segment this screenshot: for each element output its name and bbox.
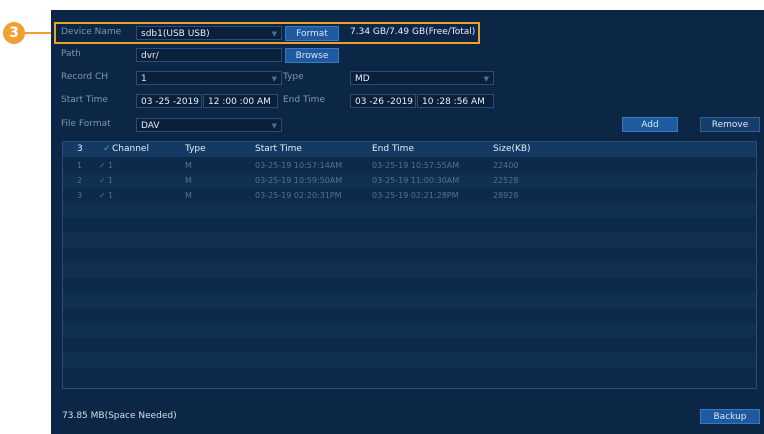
end-time-value: 10 :28 :56 AM — [422, 97, 485, 107]
row-end-time: 03-25-19 02:21:28PM — [372, 191, 459, 200]
check-icon[interactable]: ✓ — [99, 158, 106, 173]
start-time-field[interactable]: 12 :00 :00 AM — [203, 94, 278, 108]
row-type: M — [185, 176, 192, 185]
end-time-label: End Time — [283, 95, 325, 105]
end-date-value: 03 -26 -2019 — [355, 97, 414, 107]
table-row-empty — [63, 263, 756, 278]
table-row-empty — [63, 293, 756, 308]
file-format-label: File Format — [61, 119, 111, 129]
row-end-time: 03-25-19 11:00:30AM — [372, 176, 460, 185]
chevron-down-icon: ▼ — [271, 75, 277, 83]
start-date-field[interactable]: 03 -25 -2019 — [136, 94, 202, 108]
check-icon[interactable]: ✓ — [99, 188, 106, 203]
device-name-label: Device Name — [61, 27, 122, 37]
record-ch-label: Record CH — [61, 72, 109, 82]
header-size[interactable]: Size(KB) — [493, 142, 531, 157]
file-list-table: 3 ✓ Channel Type Start Time End Time Siz… — [62, 141, 757, 389]
add-button[interactable]: Add — [622, 117, 678, 132]
chevron-down-icon: ▼ — [271, 30, 277, 38]
row-size: 22400 — [493, 161, 519, 170]
row-type: M — [185, 191, 192, 200]
table-row-empty — [63, 308, 756, 323]
table-row-empty — [63, 323, 756, 338]
header-start-time[interactable]: Start Time — [255, 142, 302, 157]
table-row-empty — [63, 233, 756, 248]
row-size: 22528 — [493, 176, 519, 185]
select-all-count[interactable]: 3 — [77, 142, 83, 157]
type-label: Type — [283, 72, 304, 82]
row-channel: 1 — [108, 191, 114, 200]
row-channel: 1 — [108, 176, 114, 185]
callout-connector — [22, 32, 54, 34]
table-row-empty — [63, 248, 756, 263]
backup-button[interactable]: Backup — [700, 409, 760, 424]
row-start-time: 03-25-19 02:20:31PM — [255, 191, 342, 200]
device-name-value: sdb1(USB USB) — [141, 29, 210, 39]
browse-button[interactable]: Browse — [285, 48, 339, 63]
row-index: 1 — [77, 161, 83, 170]
table-row[interactable]: 2 ✓ 1 M 03-25-19 10:59:50AM 03-25-19 11:… — [63, 173, 756, 188]
start-time-label: Start Time — [61, 95, 108, 105]
type-value: MD — [355, 74, 370, 84]
format-button[interactable]: Format — [285, 26, 339, 41]
table-row-empty — [63, 368, 756, 383]
table-row[interactable]: 1 ✓ 1 M 03-25-19 10:57:14AM 03-25-19 10:… — [63, 158, 756, 173]
header-end-time[interactable]: End Time — [372, 142, 414, 157]
table-row-empty — [63, 218, 756, 233]
header-type[interactable]: Type — [185, 142, 206, 157]
check-icon[interactable]: ✓ — [99, 173, 106, 188]
record-ch-value: 1 — [141, 74, 147, 84]
table-row-empty — [63, 203, 756, 218]
type-select[interactable]: MD ▼ — [350, 71, 494, 85]
start-time-value: 12 :00 :00 AM — [208, 97, 271, 107]
chevron-down-icon: ▼ — [271, 122, 277, 130]
end-date-field[interactable]: 03 -26 -2019 — [350, 94, 416, 108]
row-index: 2 — [77, 176, 83, 185]
header-channel[interactable]: Channel — [112, 142, 149, 157]
table-row-empty — [63, 278, 756, 293]
chevron-down-icon: ▼ — [483, 75, 489, 83]
row-start-time: 03-25-19 10:57:14AM — [255, 161, 343, 170]
row-size: 28928 — [493, 191, 519, 200]
table-row[interactable]: 3 ✓ 1 M 03-25-19 02:20:31PM 03-25-19 02:… — [63, 188, 756, 203]
capacity-text: 7.34 GB/7.49 GB(Free/Total) — [350, 27, 476, 37]
row-end-time: 03-25-19 10:57:55AM — [372, 161, 460, 170]
row-index: 3 — [77, 191, 83, 200]
table-row-empty — [63, 338, 756, 353]
table-row-empty — [63, 353, 756, 368]
start-date-value: 03 -25 -2019 — [141, 97, 200, 107]
end-time-field[interactable]: 10 :28 :56 AM — [417, 94, 494, 108]
row-channel: 1 — [108, 161, 114, 170]
record-ch-select[interactable]: 1 ▼ — [136, 71, 282, 85]
path-field[interactable]: dvr/ — [136, 48, 282, 62]
row-start-time: 03-25-19 10:59:50AM — [255, 176, 343, 185]
remove-button[interactable]: Remove — [700, 117, 760, 132]
file-format-value: DAV — [141, 121, 160, 131]
space-needed-text: 73.85 MB(Space Needed) — [62, 411, 177, 421]
table-header: 3 ✓ Channel Type Start Time End Time Siz… — [63, 142, 756, 157]
path-value: dvr/ — [141, 51, 159, 61]
check-icon[interactable]: ✓ — [103, 142, 111, 157]
row-type: M — [185, 161, 192, 170]
path-label: Path — [61, 49, 81, 59]
device-name-select[interactable]: sdb1(USB USB) ▼ — [136, 26, 282, 40]
file-format-select[interactable]: DAV ▼ — [136, 118, 282, 132]
